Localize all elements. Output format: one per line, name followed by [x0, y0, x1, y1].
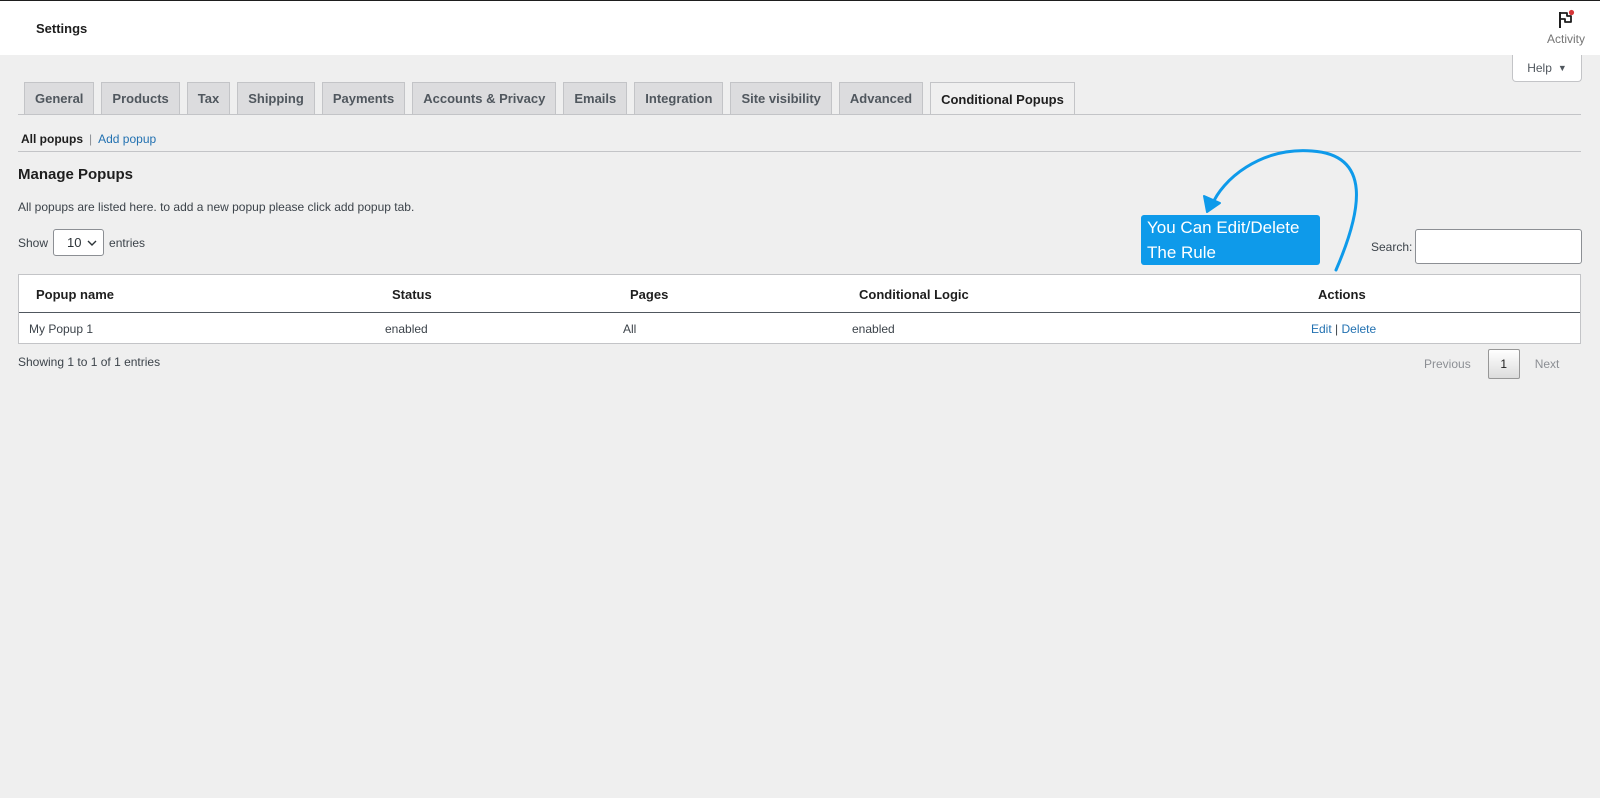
cell-popup-name: My Popup 1	[29, 322, 94, 336]
entries-length: Show 10 entries	[18, 229, 145, 256]
subnav-divider	[18, 151, 1581, 152]
top-header: Settings Activity	[0, 0, 1600, 55]
search-label: Search:	[1371, 239, 1413, 254]
page-1-button[interactable]: 1	[1487, 349, 1520, 379]
column-header-pages[interactable]: Pages	[630, 287, 668, 302]
tab-emails[interactable]: Emails	[563, 82, 628, 114]
cell-pages: All	[623, 322, 637, 336]
flag-icon	[1559, 9, 1575, 28]
tab-tax[interactable]: Tax	[186, 82, 231, 114]
tab-accounts-privacy[interactable]: Accounts & Privacy	[412, 82, 557, 114]
cell-actions: Edit | Delete	[1311, 322, 1376, 336]
pagination: Previous 1 Next	[1424, 349, 1559, 379]
page-title: Settings	[36, 21, 88, 36]
tab-conditional-popups[interactable]: Conditional Popups	[930, 82, 1075, 115]
column-header-conditional-logic[interactable]: Conditional Logic	[859, 287, 969, 302]
caret-down-icon: ▼	[1557, 63, 1567, 73]
activity-label: Activity	[1546, 32, 1585, 46]
tab-site-visibility[interactable]: Site visibility	[730, 82, 832, 114]
chevron-down-icon	[87, 240, 97, 246]
tab-products[interactable]: Products	[101, 82, 180, 114]
column-header-popup-name[interactable]: Popup name	[36, 287, 114, 302]
previous-button[interactable]: Previous	[1424, 357, 1471, 371]
edit-link[interactable]: Edit	[1311, 322, 1332, 336]
next-button[interactable]: Next	[1535, 357, 1560, 371]
search-input[interactable]	[1415, 229, 1583, 264]
entries-select[interactable]: 10	[53, 229, 105, 256]
section-title: Manage Popups	[18, 166, 134, 183]
entries-label: entries	[109, 235, 146, 250]
tab-integration[interactable]: Integration	[634, 82, 724, 114]
table-info: Showing 1 to 1 of 1 entries	[18, 355, 161, 369]
annotation-callout: You Can Edit/Delete The Rule	[1141, 215, 1320, 265]
annotation-line-1: You Can Edit/Delete	[1147, 218, 1300, 237]
cell-conditional-logic: enabled	[852, 322, 895, 336]
subnav-add-popup[interactable]: Add popup	[98, 132, 156, 146]
action-separator: |	[1335, 322, 1339, 336]
help-label: Help	[1527, 61, 1552, 75]
subnav-separator: |	[89, 132, 93, 146]
cell-status: enabled	[385, 322, 428, 336]
tab-shipping[interactable]: Shipping	[237, 82, 315, 114]
tab-payments[interactable]: Payments	[321, 82, 406, 114]
tab-advanced[interactable]: Advanced	[838, 82, 924, 114]
settings-tabs: General Products Tax Shipping Payments A…	[24, 82, 1075, 115]
tabs-divider	[18, 114, 1581, 115]
show-label: Show	[18, 235, 49, 250]
column-header-actions[interactable]: Actions	[1318, 287, 1366, 302]
delete-link[interactable]: Delete	[1342, 322, 1377, 336]
annotation-line-2: The Rule	[1147, 243, 1216, 262]
section-description: All popups are listed here. to add a new…	[18, 200, 415, 214]
table-header: Popup name Status Pages Conditional Logi…	[19, 275, 1580, 313]
subnav: All popups | Add popup	[21, 132, 156, 146]
search-box: Search:	[1371, 229, 1583, 264]
entries-select-value: 10	[67, 235, 82, 250]
tab-general[interactable]: General	[24, 82, 95, 114]
column-header-status[interactable]: Status	[392, 287, 432, 302]
annotation-arrow	[1203, 149, 1358, 272]
table-row: My Popup 1 enabled All enabled Edit | De…	[19, 313, 1580, 344]
activity-button[interactable]: Activity	[1543, 9, 1589, 46]
help-button[interactable]: Help ▼	[1512, 55, 1582, 82]
popups-table: Popup name Status Pages Conditional Logi…	[18, 274, 1581, 344]
subnav-all-popups[interactable]: All popups	[21, 132, 83, 146]
